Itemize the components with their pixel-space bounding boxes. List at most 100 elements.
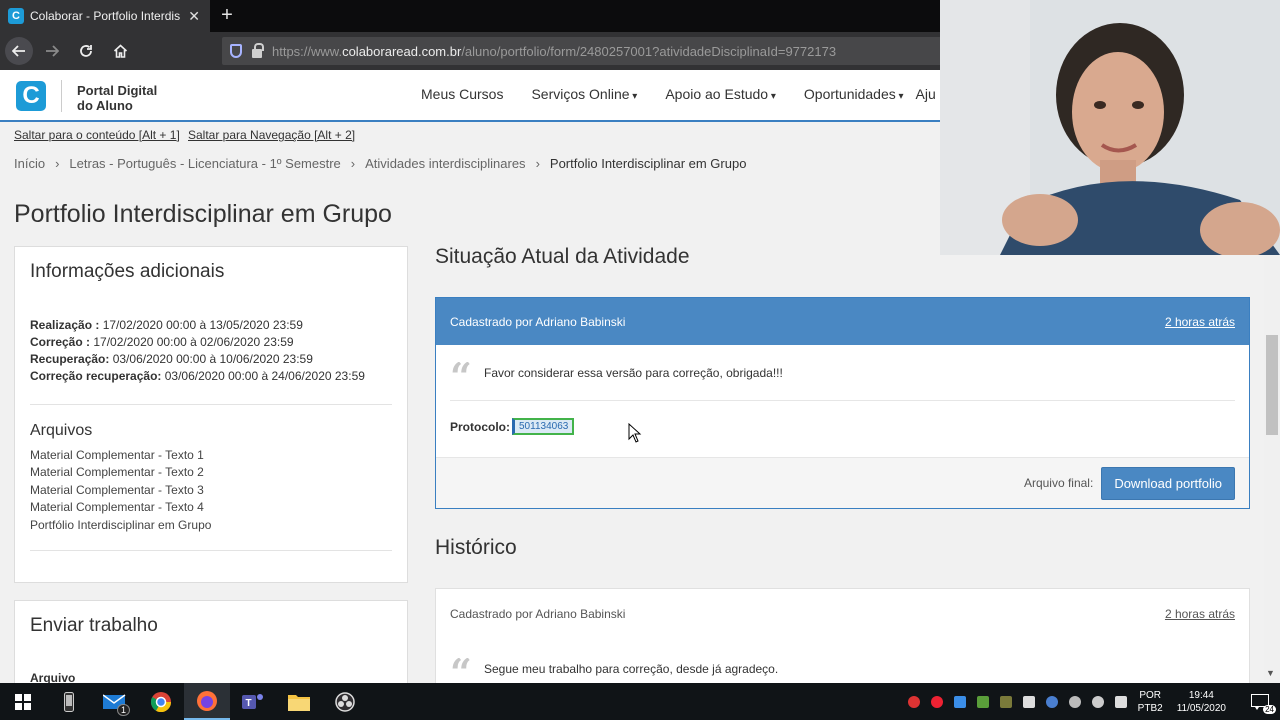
info-card: Informações adicionais Realização : 17/0… xyxy=(14,246,408,583)
history-comment-text: Segue meu trabalho para correção, desde … xyxy=(484,662,779,676)
windows-taskbar: 1 T POR PTB2 19:44 11/05/2020 24 xyxy=(0,683,1280,720)
tracking-shield-icon[interactable] xyxy=(230,44,242,58)
scrollbar-thumb[interactable] xyxy=(1266,335,1278,435)
scroll-down-icon[interactable]: ▼ xyxy=(1266,668,1275,678)
home-button[interactable] xyxy=(105,36,135,66)
menu-servicos-online[interactable]: Serviços Online xyxy=(531,86,637,102)
mouse-cursor-icon xyxy=(628,423,642,443)
windows-logo-icon xyxy=(15,693,31,710)
history-author: Cadastrado por Adriano Babinski xyxy=(450,607,626,621)
file-link[interactable]: Portfólio Interdisciplinar em Grupo xyxy=(30,517,211,534)
status-section-title: Situação Atual da Atividade xyxy=(435,245,690,268)
nvidia-icon[interactable] xyxy=(976,695,989,708)
history-entry: Cadastrado por Adriano Babinski 2 horas … xyxy=(435,588,1250,698)
language-indicator[interactable]: POR PTB2 xyxy=(1138,689,1163,715)
menu-meus-cursos[interactable]: Meus Cursos xyxy=(421,86,503,102)
reload-button[interactable] xyxy=(71,36,101,66)
tray-app-icon[interactable] xyxy=(999,695,1012,708)
volume-icon[interactable] xyxy=(1114,695,1127,708)
site-favicon-icon: C xyxy=(8,8,24,24)
protocol-value: 501134063 xyxy=(512,418,575,435)
chevron-right-icon: › xyxy=(350,156,356,171)
menu-apoio-estudo[interactable]: Apoio ao Estudo xyxy=(665,86,776,102)
home-icon xyxy=(113,44,127,58)
info-row-recuperacao: Recuperação: 03/06/2020 00:00 à 10/06/20… xyxy=(30,352,313,366)
send-work-title: Enviar trabalho xyxy=(30,615,158,636)
colaborar-logo[interactable]: C xyxy=(16,81,46,111)
quote-icon: “ xyxy=(450,658,480,680)
divider xyxy=(30,550,392,551)
teams-icon[interactable]: T xyxy=(230,683,276,720)
menu-ajuda[interactable]: Aju xyxy=(916,86,936,102)
system-tray: POR PTB2 19:44 11/05/2020 24 xyxy=(907,683,1280,720)
dates-list: Realização : 17/02/2020 00:00 à 13/05/20… xyxy=(30,317,365,385)
tray-app-icon[interactable] xyxy=(1022,695,1035,708)
new-tab-button[interactable]: + xyxy=(216,4,238,26)
status-comment: “ Favor considerar essa versão para corr… xyxy=(450,345,1235,401)
bluetooth-icon[interactable] xyxy=(953,695,966,708)
tray-app-icon[interactable] xyxy=(907,695,920,708)
tab-title: Colaborar - Portfolio Interdiscip xyxy=(30,9,181,23)
notification-center-button[interactable]: 24 xyxy=(1240,683,1280,720)
status-panel-header: Cadastrado por Adriano Babinski 2 horas … xyxy=(436,298,1249,345)
tray-app-icon[interactable] xyxy=(1068,695,1081,708)
protocol-label: Protocolo: xyxy=(450,419,510,434)
history-time[interactable]: 2 horas atrás xyxy=(1165,607,1235,621)
svg-text:T: T xyxy=(246,698,252,709)
history-entry-header: Cadastrado por Adriano Babinski 2 horas … xyxy=(436,589,1249,621)
clock[interactable]: 19:44 11/05/2020 xyxy=(1177,689,1226,715)
obs-icon[interactable] xyxy=(322,683,368,720)
final-file-label: Arquivo final: xyxy=(1023,476,1094,490)
menu-oportunidades[interactable]: Oportunidades xyxy=(804,86,904,102)
cloud-icon[interactable] xyxy=(1045,695,1058,708)
skip-to-content-link[interactable]: Saltar para o conteúdo [Alt + 1] xyxy=(14,128,180,142)
breadcrumb: Início › Letras - Português - Licenciatu… xyxy=(14,156,746,171)
wifi-icon[interactable] xyxy=(1091,695,1104,708)
file-link[interactable]: Material Complementar - Texto 1 xyxy=(30,447,211,464)
chevron-right-icon: › xyxy=(535,156,540,171)
status-author: Cadastrado por Adriano Babinski xyxy=(450,314,626,329)
firefox-icon[interactable] xyxy=(184,683,230,720)
file-explorer-icon[interactable] xyxy=(276,683,322,720)
tray-app-icon[interactable] xyxy=(930,695,943,708)
breadcrumb-activities[interactable]: Atividades interdisciplinares xyxy=(365,156,525,171)
address-bar[interactable]: https://www.colaboraread.com.br/aluno/po… xyxy=(222,37,942,65)
skip-to-nav-link[interactable]: Saltar para Navegação [Alt + 2] xyxy=(188,128,355,142)
info-card-title: Informações adicionais xyxy=(30,261,225,282)
main-menu: Meus Cursos Serviços Online Apoio ao Est… xyxy=(421,86,964,102)
status-time[interactable]: 2 horas atrás xyxy=(1165,315,1235,329)
page-title: Portfolio Interdisciplinar em Grupo xyxy=(14,200,392,228)
chrome-icon[interactable] xyxy=(138,683,184,720)
lock-icon[interactable] xyxy=(252,42,264,58)
arrow-right-icon xyxy=(46,45,59,57)
phone-app-icon[interactable] xyxy=(46,683,92,720)
status-panel-footer: Arquivo final: Download portfolio xyxy=(436,457,1249,508)
breadcrumb-current: Portfolio Interdisciplinar em Grupo xyxy=(549,156,747,171)
file-link[interactable]: Material Complementar - Texto 2 xyxy=(30,464,211,481)
windows-start-button[interactable] xyxy=(0,683,46,720)
reload-icon xyxy=(80,45,92,57)
forward-button[interactable] xyxy=(37,36,67,66)
arrow-left-icon xyxy=(12,45,25,57)
back-button[interactable] xyxy=(5,37,33,65)
close-tab-icon[interactable]: ✕ xyxy=(188,8,200,25)
info-row-correcao-recuperacao: Correção recuperação: 03/06/2020 00:00 à… xyxy=(30,369,365,383)
info-row-correcao: Correção : 17/02/2020 00:00 à 02/06/2020… xyxy=(30,335,294,349)
download-portfolio-button[interactable]: Download portfolio xyxy=(1101,466,1235,500)
presenter-figure xyxy=(940,0,1280,255)
mail-app-icon[interactable]: 1 xyxy=(92,683,138,720)
status-comment-text: Favor considerar essa versão para correç… xyxy=(484,365,783,380)
webcam-video xyxy=(940,0,1280,255)
browser-tab[interactable]: C Colaborar - Portfolio Interdiscip ✕ xyxy=(0,0,210,32)
files-title: Arquivos xyxy=(30,422,93,439)
breadcrumb-course[interactable]: Letras - Português - Licenciatura - 1º S… xyxy=(69,156,340,171)
protocol-row: Protocolo: 501134063 xyxy=(450,418,575,435)
chevron-right-icon: › xyxy=(55,156,60,171)
file-link[interactable]: Material Complementar - Texto 3 xyxy=(30,482,211,499)
file-link[interactable]: Material Complementar - Texto 4 xyxy=(30,499,211,516)
url-text: https://www.colaboraread.com.br/aluno/po… xyxy=(272,43,837,59)
page-scrollbar[interactable] xyxy=(1264,255,1280,683)
breadcrumb-inicio[interactable]: Início xyxy=(14,156,45,171)
divider xyxy=(61,80,62,112)
history-section-title: Histórico xyxy=(435,536,517,559)
